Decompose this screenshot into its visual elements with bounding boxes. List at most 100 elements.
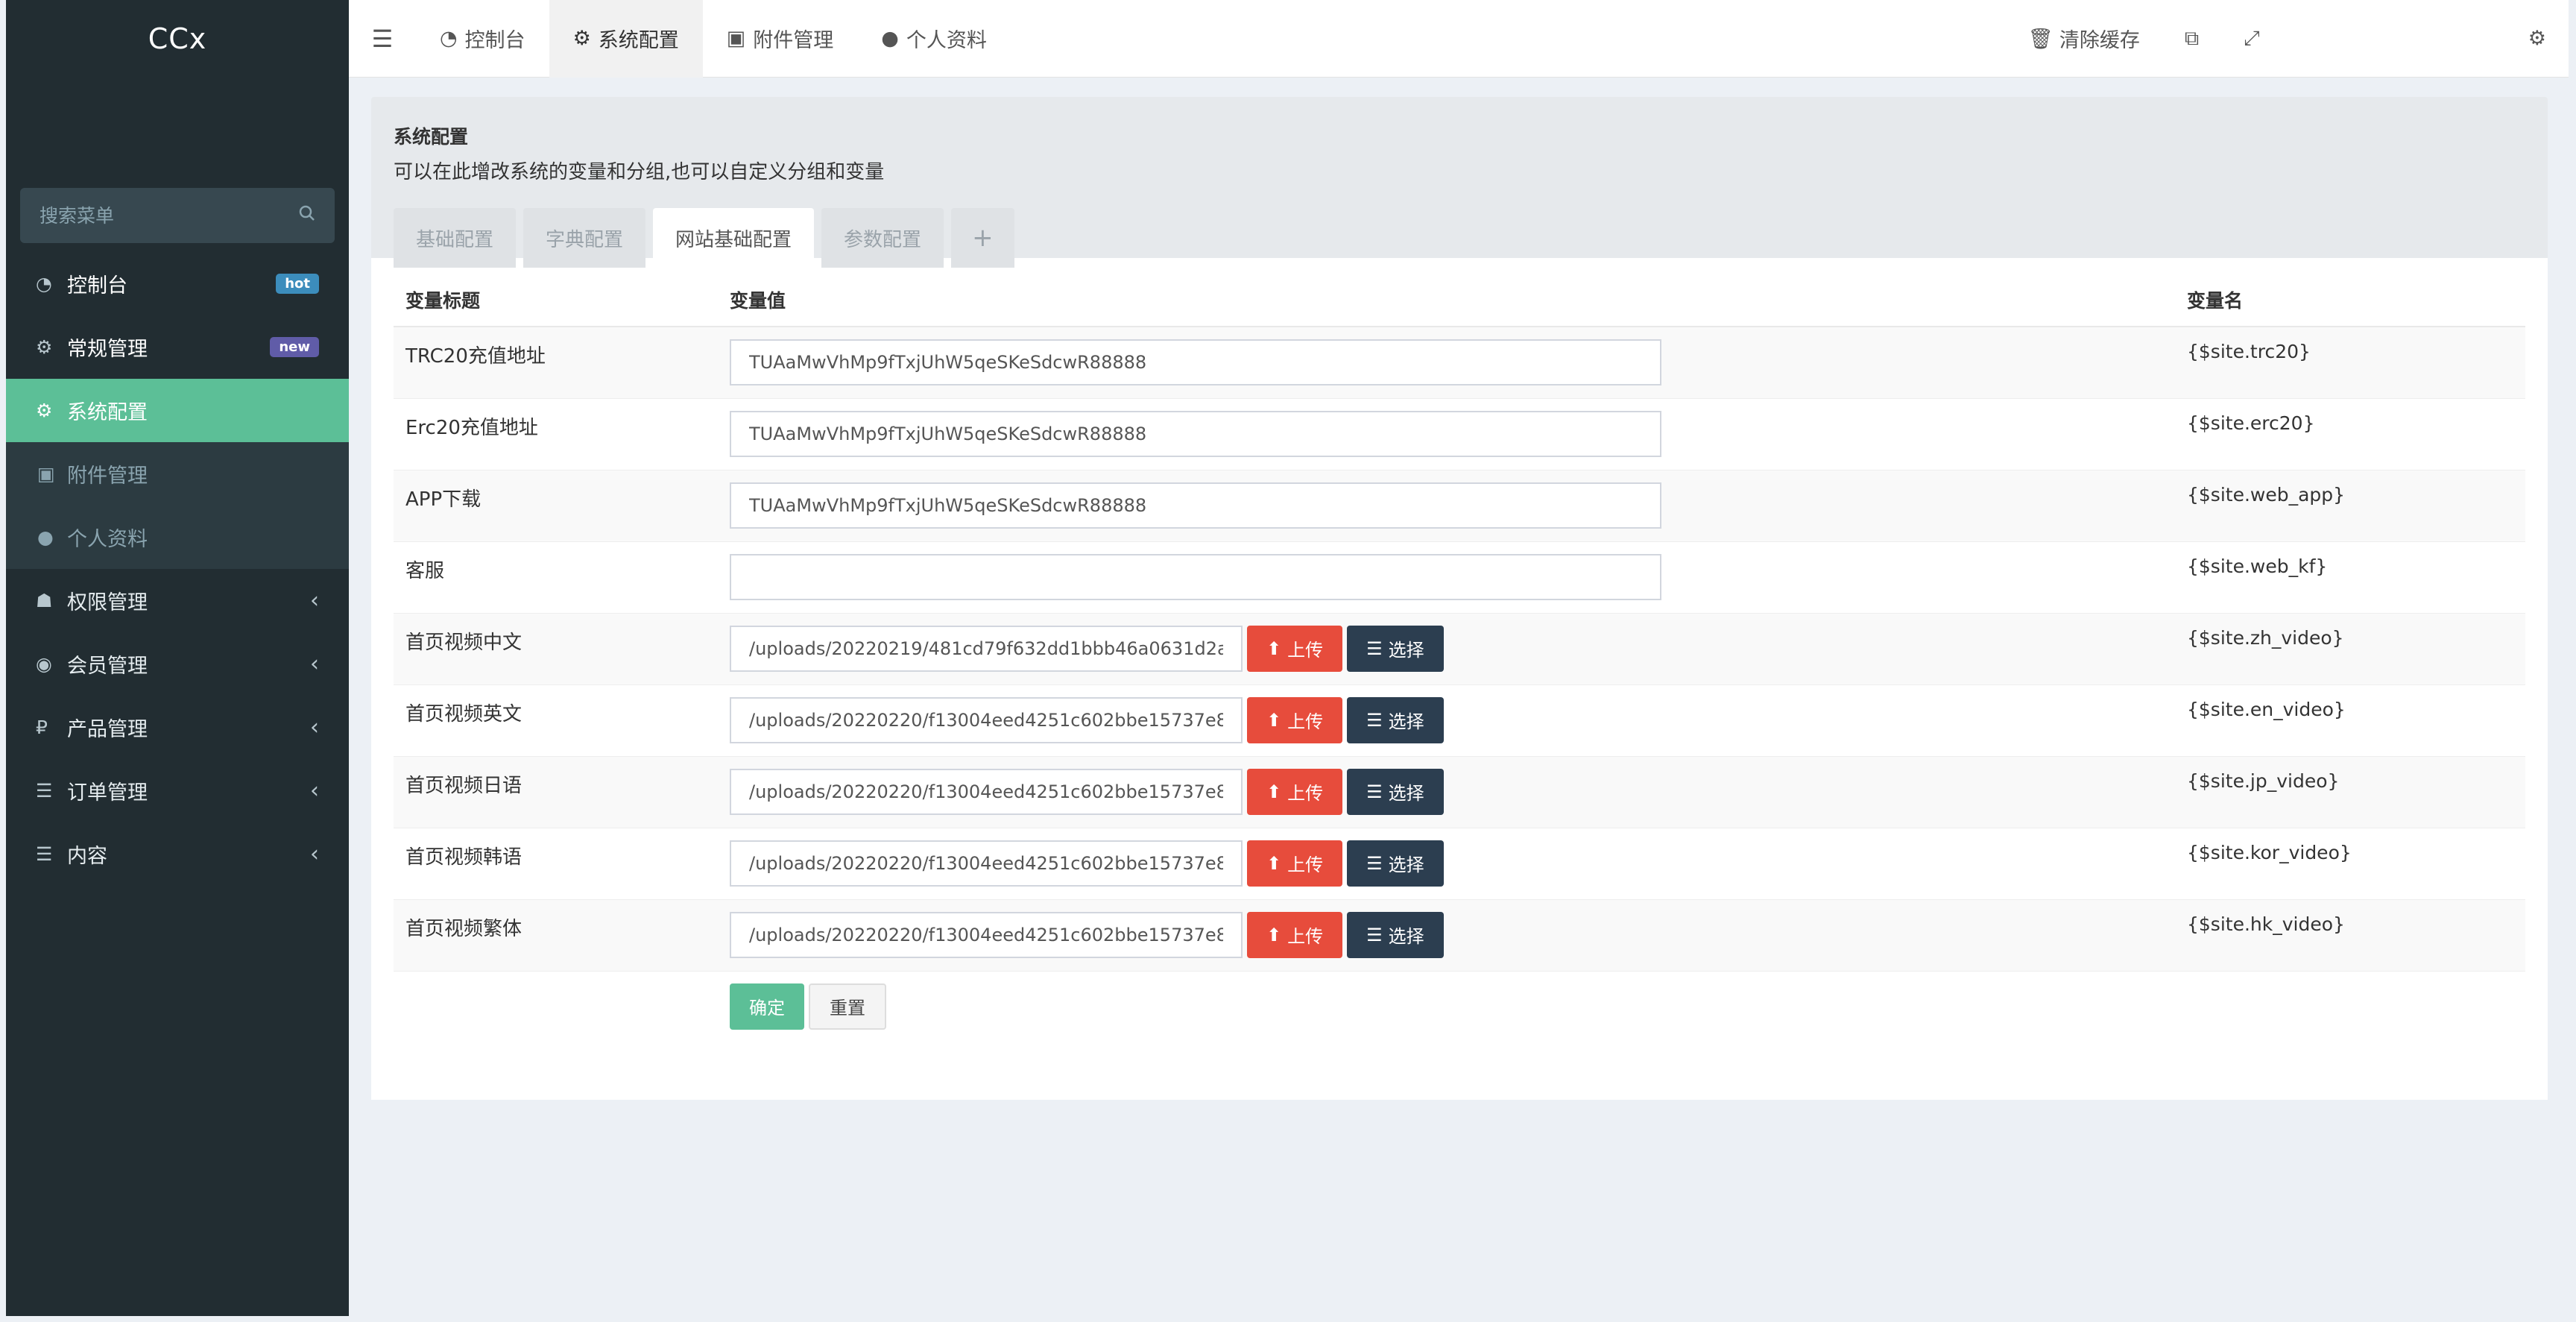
upload-button[interactable]: ⬆ 上传 [1247,625,1343,672]
tab-label: 控制台 [464,29,525,52]
tab-dashboard[interactable]: ◔ 控制台 [416,0,549,78]
row-title: 首页视频韩语 [394,828,718,900]
search-icon[interactable] [299,205,315,226]
sidebar-item-members[interactable]: ◉ 会员管理 ‹ [6,632,349,696]
upload-icon: ⬆ [1266,638,1282,659]
sidebar-item-content[interactable]: ☰ 内容 ‹ [6,822,349,886]
upload-button[interactable]: ⬆ 上传 [1247,911,1343,958]
sidebar-item-label: 权限管理 [67,591,148,614]
reset-button[interactable]: 重置 [809,983,886,1030]
table-row: Erc20充值地址 {$site.erc20} [394,398,2525,470]
zh-video-input[interactable] [730,625,1243,672]
select-button[interactable]: ☰ 选择 [1347,768,1444,815]
jp-video-input[interactable] [730,768,1243,815]
select-button[interactable]: ☰ 选择 [1347,911,1444,958]
header-title: 变量标题 [394,273,718,327]
sidebar-item-label: 常规管理 [67,338,148,361]
tab-attachments[interactable]: ▣ 附件管理 [703,0,858,78]
user-icon: ● [881,27,899,50]
list-icon: ☰ [1366,638,1383,659]
sidebar-item-dashboard[interactable]: ◔ 控制台 hot [6,252,349,315]
sidebar-item-permissions[interactable]: ☗ 权限管理 ‹ [6,569,349,632]
list-icon: ☰ [1366,924,1383,945]
user-circle-icon: ◉ [36,653,52,675]
customer-service-input[interactable] [730,553,1661,600]
sidebar-search [20,188,335,243]
table-row: 首页视频韩语 ⬆上传 ☰选择 {$site.kor_video} [394,828,2525,900]
table-row: 首页视频日语 ⬆上传 ☰选择 {$site.jp_video} [394,756,2525,828]
sidebar-item-profile[interactable]: ● 个人资料 [6,506,349,569]
select-button[interactable]: ☰ 选择 [1347,696,1444,743]
row-var-name: {$site.web_app} [2175,470,2525,542]
trc20-input[interactable] [730,339,1661,385]
header-name: 变量名 [2175,273,2525,327]
tab-basic-config[interactable]: 基础配置 [394,208,517,268]
gear-icon: ⚙ [36,400,53,421]
upload-label: 上传 [1287,854,1324,875]
tab-system-config[interactable]: ⚙ 系统配置 [549,0,703,78]
tab-label: 个人资料 [906,29,987,52]
upload-button[interactable]: ⬆ 上传 [1247,696,1343,743]
list-icon: ☰ [36,780,53,802]
add-tab-button[interactable]: + [951,208,1014,268]
tab-label: 系统配置 [598,29,679,52]
select-button[interactable]: ☰ 选择 [1347,840,1444,887]
tab-label: 附件管理 [753,29,834,52]
row-var-name: {$site.trc20} [2175,327,2525,399]
user-icon: ● [37,526,54,548]
upload-button[interactable]: ⬆ 上传 [1247,840,1343,887]
tab-site-config[interactable]: 网站基础配置 [653,208,815,268]
upload-label: 上传 [1287,711,1324,732]
page-description: 可以在此增改系统的变量和分组,也可以自定义分组和变量 [394,161,885,183]
upload-icon: ⬆ [1266,852,1282,874]
settings-icon[interactable]: ⚙ [2506,0,2569,78]
app-logo[interactable]: CCx [6,0,349,78]
tab-profile[interactable]: ● 个人资料 [857,0,1011,78]
upload-icon: ⬆ [1266,924,1282,945]
topbar: ☰ ◔ 控制台 ⚙ 系统配置 ▣ 附件管理 ● 个人资料 🗑 清除缓存 ⧉ ⤢ … [349,0,2569,78]
sidebar-item-label: 控制台 [67,274,127,298]
panel-header: 系统配置 可以在此增改系统的变量和分组,也可以自定义分组和变量 基础配置 字典配… [371,97,2548,268]
sidebar-item-label: 附件管理 [67,465,148,488]
erc20-input[interactable] [730,410,1661,457]
tab-dictionary-config[interactable]: 字典配置 [523,208,646,268]
select-label: 选择 [1388,711,1424,732]
sidebar-item-general[interactable]: ⚙ 常规管理 new [6,315,349,379]
menu-toggle-icon[interactable]: ☰ [349,0,416,78]
panel-body: 变量标题 变量值 变量名 TRC20充值地址 {$site.trc20} Erc… [371,258,2548,1100]
app-download-input[interactable] [730,482,1661,529]
confirm-button[interactable]: 确定 [730,983,804,1030]
translate-icon[interactable]: ⧉ [2162,0,2221,78]
select-button[interactable]: ☰ 选择 [1347,625,1444,672]
chevron-left-icon: ‹ [310,841,319,867]
kor-video-input[interactable] [730,840,1243,887]
list-icon: ☰ [1366,781,1383,802]
table-row: 首页视频英文 ⬆上传 ☰选择 {$site.en_video} [394,684,2525,757]
row-title: APP下载 [394,470,718,542]
upload-button[interactable]: ⬆ 上传 [1247,768,1343,815]
hk-video-input[interactable] [730,911,1243,958]
select-label: 选择 [1388,926,1424,947]
row-var-name: {$site.kor_video} [2175,828,2525,900]
upload-label: 上传 [1287,640,1324,661]
sidebar-item-system-config[interactable]: ⚙ 系统配置 [6,379,349,442]
sidebar-item-attachments[interactable]: ▣ 附件管理 [6,442,349,506]
chevron-left-icon: ‹ [310,588,319,614]
upload-label: 上传 [1287,783,1324,804]
dashboard-icon: ◔ [36,273,52,295]
clear-cache-label: 清除缓存 [2059,29,2140,52]
group-icon: ☗ [36,590,53,611]
search-input[interactable] [40,204,299,227]
clear-cache-button[interactable]: 🗑 清除缓存 [2006,0,2162,78]
app-window: CCx ◔ 控制台 hot ⚙ 常规管理 new ⚙ 系统配置 [6,0,2569,1316]
tab-params-config[interactable]: 参数配置 [821,208,944,268]
hot-badge: hot [276,274,319,294]
sidebar-item-orders[interactable]: ☰ 订单管理 ‹ [6,759,349,822]
list-icon: ☰ [1366,852,1383,874]
sidebar-item-products[interactable]: ₽ 产品管理 ‹ [6,696,349,759]
sidebar-item-label: 产品管理 [67,718,148,741]
en-video-input[interactable] [730,696,1243,743]
sidebar-item-label: 系统配置 [67,401,148,424]
row-title: 首页视频繁体 [394,899,718,972]
fullscreen-icon[interactable]: ⤢ [2221,0,2282,78]
